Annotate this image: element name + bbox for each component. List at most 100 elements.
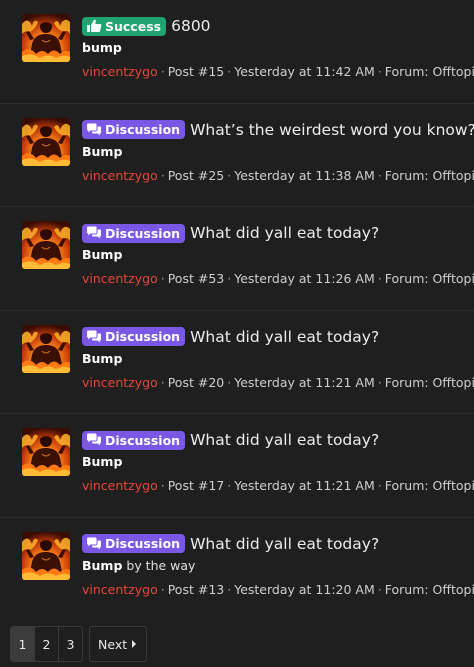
author-link[interactable]: vincentzygo — [82, 582, 158, 597]
badge-discussion[interactable]: Discussion — [82, 430, 186, 450]
forum-link[interactable]: Forum: Offtopic — [385, 168, 474, 183]
forum-link[interactable]: Forum: Offtopic — [385, 478, 474, 493]
result-title[interactable]: Discussion What did yall eat today? — [82, 429, 468, 451]
post-number: Post #25 — [167, 167, 225, 183]
thumbs-up-icon — [86, 19, 102, 33]
post-snippet: Bump by the way — [82, 558, 468, 574]
badge-discussion[interactable]: Discussion — [82, 327, 186, 346]
result-title[interactable]: Discussion What did yall eat today? — [82, 326, 468, 348]
meta-separator: · — [377, 167, 382, 183]
post-number: Post #53 — [167, 271, 225, 286]
thread-title[interactable]: What did yall eat today? — [190, 224, 379, 242]
result-meta: vincentzygo · Post #25 · Yesterday at 11:38 … — [82, 167, 474, 184]
post-number: Post #17 — [167, 478, 225, 493]
post-time: Yesterday at 11:38 AM — [234, 167, 375, 183]
post-time: Yesterday at 11:21 AM — [234, 478, 375, 493]
result-meta: vincentzygo · Post #15 · Yesterday at 11:42 … — [82, 64, 474, 80]
comments-icon — [86, 123, 102, 137]
author-link[interactable]: vincentzygo — [82, 375, 158, 390]
meta-separator: · — [227, 581, 232, 597]
meta-separator: · — [227, 271, 232, 286]
comments-icon — [86, 537, 102, 551]
snippet-bold: Bump — [82, 350, 123, 366]
meta-separator: · — [227, 167, 232, 183]
meta-separator: · — [160, 167, 165, 183]
post-snippet: Bump — [82, 351, 468, 367]
thread-title[interactable]: What did yall eat today? — [190, 328, 379, 346]
result-meta: vincentzygo · Post #53 · Yesterday at 11:26 … — [82, 271, 474, 287]
comments-icon — [86, 226, 102, 240]
meta-separator: · — [227, 478, 232, 493]
meta-separator: · — [160, 478, 165, 493]
chevron-right-icon — [132, 640, 137, 648]
author-link[interactable]: vincentzygo — [82, 478, 158, 493]
page-2-button[interactable]: 2 — [35, 627, 59, 661]
author-link[interactable]: vincentzygo — [82, 271, 158, 286]
result-item: Discussion What’s the weirdest word you … — [0, 104, 474, 207]
forum-link[interactable]: Forum: Offtopic — [385, 64, 474, 79]
snippet-bold: Bump — [82, 143, 123, 159]
author-link[interactable]: vincentzygo — [82, 168, 158, 183]
result-meta: vincentzygo · Post #20 · Yesterday at 11:21 … — [82, 374, 474, 391]
meta-separator: · — [377, 478, 382, 493]
avatar[interactable] — [22, 221, 70, 269]
post-number: Post #15 — [167, 64, 225, 79]
meta-separator: · — [227, 64, 232, 79]
snippet-rest: by the way — [122, 557, 196, 573]
meta-separator: · — [227, 374, 232, 390]
badge-label: Success — [105, 18, 162, 34]
snippet-bold: Bump — [82, 454, 123, 469]
forum-link[interactable]: Forum: Offtopic — [385, 582, 474, 597]
result-item: Discussion What did yall eat today? Bump… — [0, 311, 474, 414]
comments-icon — [86, 433, 102, 447]
search-results: Success 6800 bump vincentzygo · Post #15 · Y… — [0, 0, 474, 621]
page-1-button[interactable]: 1 — [11, 627, 35, 661]
snippet-bold: Bump — [82, 247, 123, 262]
meta-separator: · — [160, 64, 165, 79]
avatar[interactable] — [22, 14, 70, 62]
post-snippet: Bump — [82, 247, 468, 263]
page-3-button[interactable]: 3 — [59, 627, 82, 661]
snippet-bold: Bump — [82, 557, 123, 573]
avatar[interactable] — [22, 428, 70, 476]
next-label: Next — [98, 636, 128, 652]
result-item: Discussion What did yall eat today? Bump… — [0, 207, 474, 311]
post-number: Post #13 — [167, 581, 225, 597]
meta-separator: · — [377, 374, 382, 390]
result-title[interactable]: Discussion What did yall eat today? — [82, 533, 468, 555]
result-title[interactable]: Discussion What’s the weirdest word you … — [82, 119, 474, 141]
result-meta: vincentzygo · Post #17 · Yesterday at 11:21 … — [82, 478, 474, 494]
badge-label: Discussion — [105, 122, 181, 137]
thread-title[interactable]: What’s the weirdest word you know? — [190, 121, 474, 139]
avatar[interactable] — [22, 117, 70, 166]
meta-separator: · — [377, 271, 382, 286]
snippet-bold: bump — [82, 40, 122, 55]
avatar[interactable] — [22, 531, 70, 580]
post-number: Post #20 — [167, 374, 225, 390]
author-link[interactable]: vincentzygo — [82, 64, 158, 79]
next-page-button[interactable]: Next — [89, 626, 148, 662]
result-title[interactable]: Discussion What did yall eat today? — [82, 222, 468, 244]
meta-separator: · — [160, 271, 165, 286]
meta-separator: · — [160, 581, 165, 597]
badge-discussion[interactable]: Discussion — [82, 120, 186, 139]
badge-discussion[interactable]: Discussion — [82, 223, 186, 243]
result-title[interactable]: Success 6800 — [82, 15, 468, 37]
post-snippet: Bump — [82, 454, 468, 470]
post-snippet: Bump — [82, 144, 468, 160]
thread-title[interactable]: What did yall eat today? — [190, 431, 379, 449]
result-item: Discussion What did yall eat today? Bump… — [0, 414, 474, 518]
badge-discussion[interactable]: Discussion — [82, 534, 186, 553]
badge-label: Discussion — [105, 536, 181, 551]
meta-separator: · — [377, 64, 382, 79]
avatar[interactable] — [22, 324, 70, 373]
forum-link[interactable]: Forum: Offtopic — [385, 375, 474, 390]
post-time: Yesterday at 11:21 AM — [234, 374, 375, 390]
badge-success[interactable]: Success — [82, 16, 167, 36]
post-time: Yesterday at 11:42 AM — [234, 64, 375, 79]
thread-title[interactable]: 6800 — [171, 17, 210, 35]
badge-label: Discussion — [105, 329, 181, 344]
forum-link[interactable]: Forum: Offtopic — [385, 271, 474, 286]
thread-title[interactable]: What did yall eat today? — [190, 535, 379, 553]
post-time: Yesterday at 11:20 AM — [234, 581, 375, 597]
